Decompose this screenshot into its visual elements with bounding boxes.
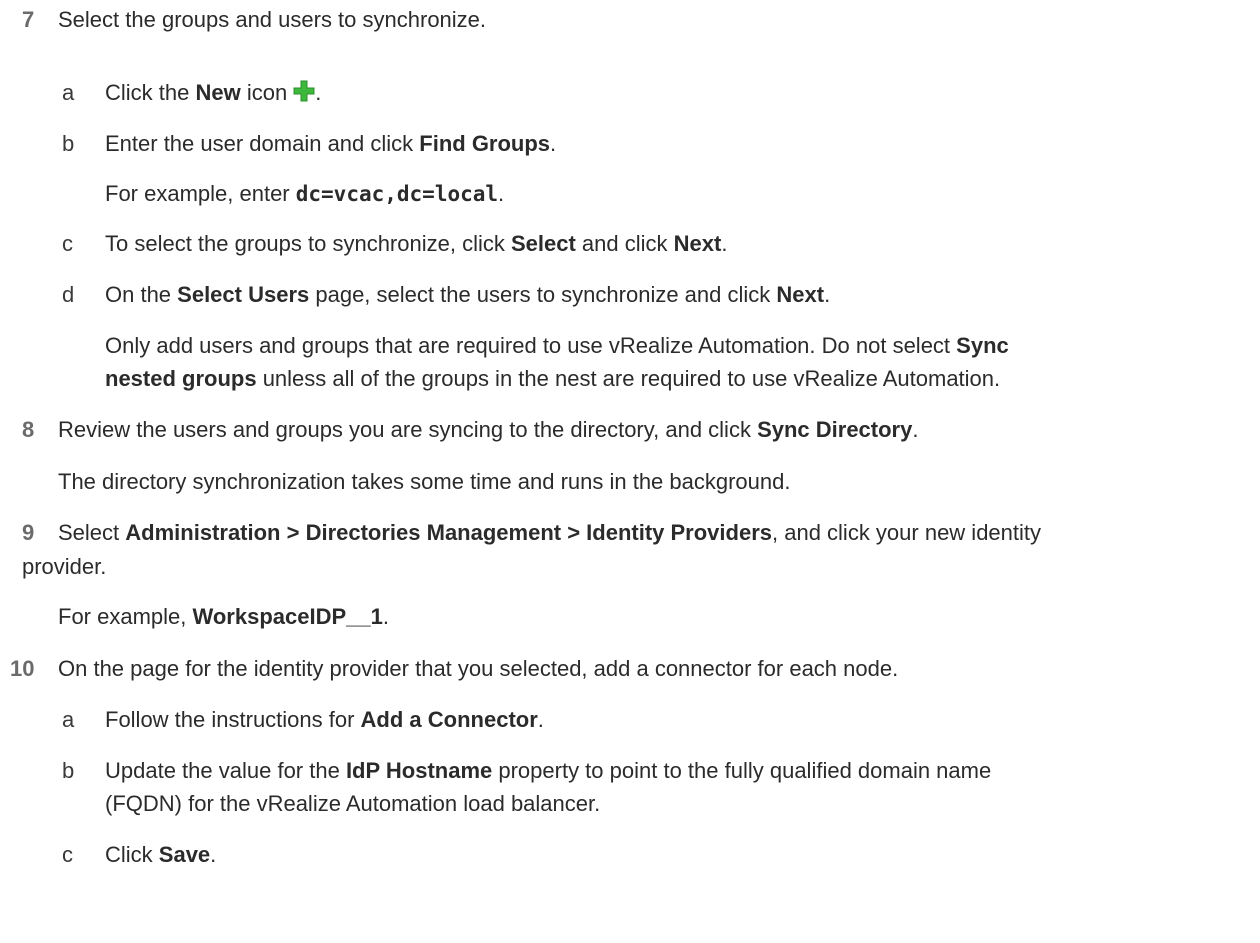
substep-10a: Follow the instructions for Add a Connec… <box>105 707 544 732</box>
step-10-text: On the page for the identity provider th… <box>58 656 899 681</box>
step-8-text: Review the users and groups you are sync… <box>58 417 919 442</box>
step-7-text: Select the groups and users to synchroni… <box>58 7 487 32</box>
substep-letter: d <box>62 282 75 307</box>
substep-7b: Enter the user domain and click Find Gro… <box>105 131 557 156</box>
step-number-10: 10 <box>10 656 35 681</box>
green-plus-icon <box>293 79 315 110</box>
step-number-7: 7 <box>22 7 35 32</box>
note-7-line1: Only add users and groups that are requi… <box>105 333 1009 358</box>
substep-7b-example: For example, enter dc=vcac,dc=local. <box>105 181 505 206</box>
step-9-example: For example, WorkspaceIDP__1. <box>58 604 389 629</box>
substep-letter: a <box>62 707 75 732</box>
substep-7d: On the Select Users page, select the use… <box>105 282 831 307</box>
substep-10c: Click Save. <box>105 842 217 867</box>
substep-letter: c <box>62 842 73 867</box>
substep-7c: To select the groups to synchronize, cli… <box>105 231 728 256</box>
step-number-9: 9 <box>22 520 35 545</box>
step-8-note: The directory synchronization takes some… <box>58 469 791 494</box>
step-number-8: 8 <box>22 417 35 442</box>
substep-7a: Click the New icon. <box>105 77 321 110</box>
note-7-line2: nested groups unless all of the groups i… <box>105 366 1001 391</box>
substep-10b-line2: (FQDN) for the vRealize Automation load … <box>105 791 601 816</box>
step-9-text: Select Administration > Directories Mana… <box>58 520 1042 545</box>
substep-letter: c <box>62 231 73 256</box>
substep-letter: b <box>62 758 75 783</box>
substep-10b: Update the value for the IdP Hostname pr… <box>105 758 992 783</box>
substep-letter: b <box>62 131 75 156</box>
step-9-text-line2: provider. <box>22 554 107 579</box>
substep-letter: a <box>62 80 75 105</box>
code-domain: dc=vcac,dc=local <box>295 182 499 206</box>
